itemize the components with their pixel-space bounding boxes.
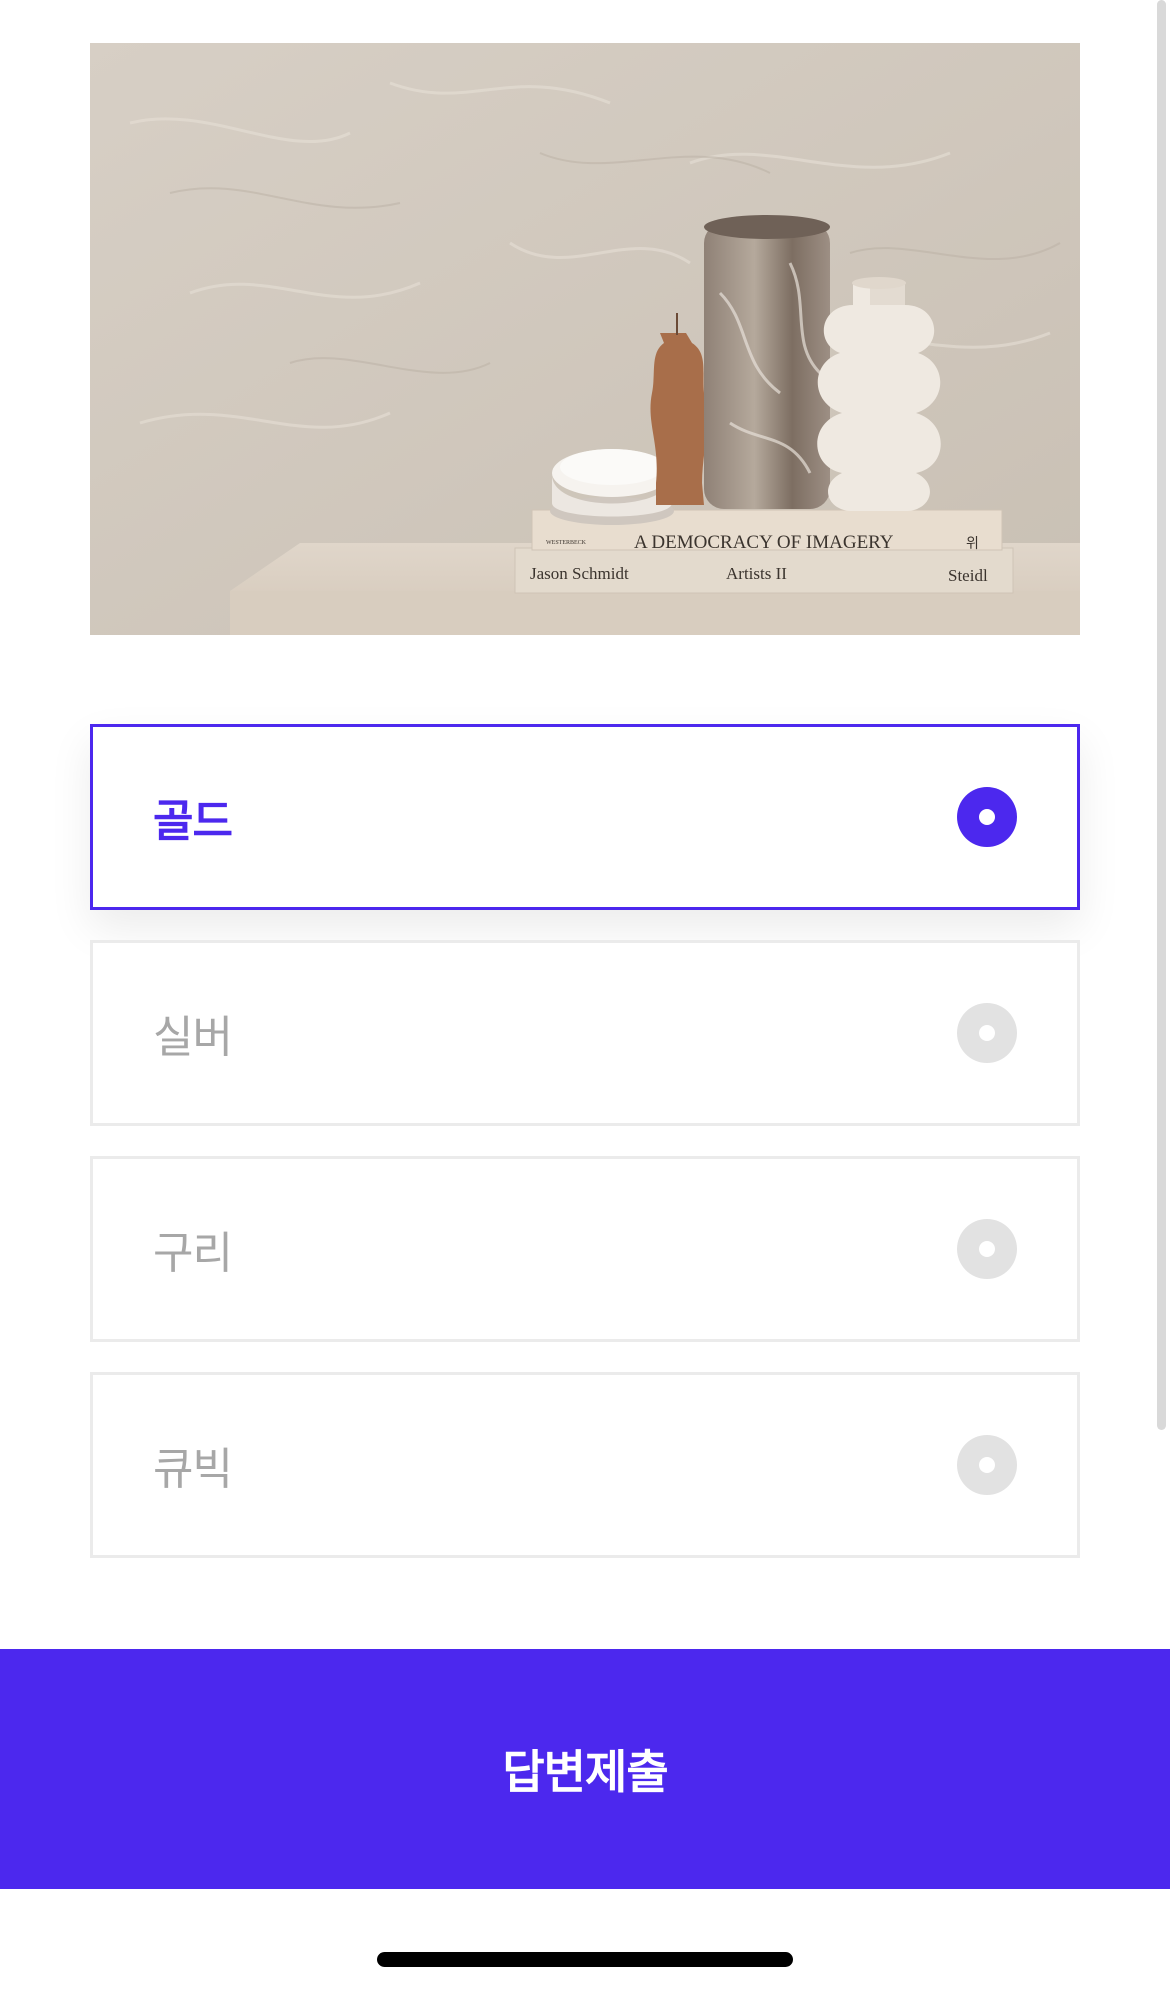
option-cubic[interactable]: 큐빅 bbox=[90, 1372, 1080, 1558]
radio-icon[interactable] bbox=[957, 1219, 1017, 1279]
radio-icon[interactable] bbox=[957, 1003, 1017, 1063]
scrollbar[interactable] bbox=[1157, 0, 1166, 1430]
svg-text:Steidl: Steidl bbox=[948, 566, 988, 585]
product-image: Jason Schmidt Artists II Steidl WESTERBE… bbox=[90, 43, 1080, 635]
svg-text:Artists II: Artists II bbox=[726, 564, 787, 583]
option-label: 큐빅 bbox=[153, 1444, 233, 1495]
option-copper[interactable]: 구리 bbox=[90, 1156, 1080, 1342]
svg-text:Jason Schmidt: Jason Schmidt bbox=[530, 564, 629, 583]
svg-text:위: 위 bbox=[966, 536, 979, 552]
option-silver[interactable]: 실버 bbox=[90, 940, 1080, 1126]
option-gold[interactable]: 골드 bbox=[90, 724, 1080, 910]
option-label: 골드 bbox=[153, 796, 233, 847]
submit-answer-button[interactable]: 답변제출 bbox=[0, 1649, 1170, 1889]
submit-answer-label: 답변제출 bbox=[502, 1746, 668, 1798]
radio-selected-icon[interactable] bbox=[957, 787, 1017, 847]
home-indicator bbox=[377, 1952, 793, 1967]
svg-text:WESTERBECK: WESTERBECK bbox=[546, 540, 587, 546]
option-label: 구리 bbox=[153, 1228, 233, 1279]
option-label: 실버 bbox=[153, 1012, 233, 1063]
page: Jason Schmidt Artists II Steidl WESTERBE… bbox=[0, 0, 1170, 1990]
answer-options: 골드 실버 구리 큐빅 bbox=[90, 724, 1080, 1588]
svg-text:A DEMOCRACY OF IMAGERY: A DEMOCRACY OF IMAGERY bbox=[634, 532, 894, 553]
radio-icon[interactable] bbox=[957, 1435, 1017, 1495]
